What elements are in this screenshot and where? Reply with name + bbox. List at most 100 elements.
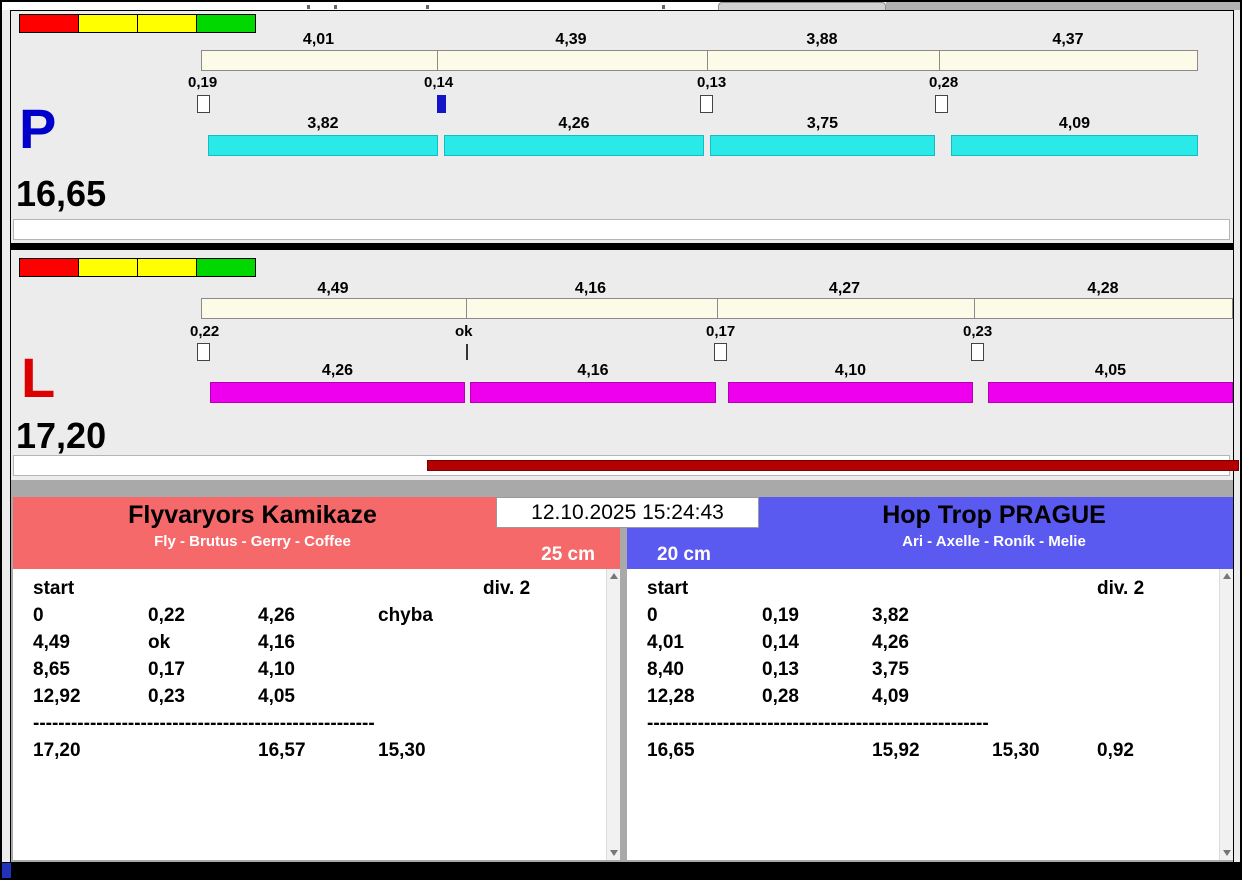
table-cell <box>378 656 483 683</box>
table-cell: 4,05 <box>258 686 295 707</box>
jump-height-label: 20 cm <box>657 544 711 565</box>
lane-status-strip <box>13 455 1239 476</box>
jump-height-label: 25 cm <box>541 544 595 565</box>
dog-time-bar <box>444 135 704 156</box>
reaction-time: 0,22 <box>190 323 220 340</box>
total-cell: 15,30 <box>378 740 426 761</box>
dog-time: 4,26 <box>558 115 590 132</box>
table-cell <box>1097 656 1233 683</box>
lane-status-strip <box>13 219 1230 240</box>
split-time: 4,28 <box>1087 280 1119 297</box>
scroll-down-icon[interactable] <box>1223 850 1231 856</box>
total-cell: 0,92 <box>1097 740 1134 761</box>
split-track <box>201 50 1198 71</box>
table-cell: 3,82 <box>872 605 909 626</box>
table-cell: 0,23 <box>148 686 185 707</box>
table-separator: ----------------------------------------… <box>33 713 375 734</box>
start-lights <box>19 258 256 277</box>
sensor-checkbox[interactable] <box>700 95 713 113</box>
dog-time-bar <box>710 135 935 156</box>
table-cell <box>1097 629 1233 656</box>
timing-app-window: 4,01 4,39 3,88 4,37 0,19 0,14 0,13 0,28 … <box>0 0 1242 880</box>
table-cell <box>1097 602 1233 629</box>
table-cell: ok <box>148 632 171 653</box>
division-label: div. 2 <box>483 578 531 599</box>
start-label: start <box>33 578 75 599</box>
sensor-checkbox[interactable] <box>971 343 984 361</box>
table-cell <box>483 602 620 629</box>
table-cell <box>992 656 1097 683</box>
table-cell: 0 <box>33 605 44 626</box>
table-row: 4,01 0,14 4,26 <box>627 629 1233 656</box>
dog-time-bar <box>728 382 973 403</box>
background-window-tab[interactable] <box>718 2 886 10</box>
scrollbar[interactable] <box>1219 569 1233 860</box>
taskbar-strip <box>2 862 1240 878</box>
background-window-area <box>886 2 1240 10</box>
sensor-checkbox[interactable] <box>197 95 210 113</box>
table-cell: 8,65 <box>33 659 70 680</box>
table-cell <box>1097 683 1233 710</box>
results-table: start div. 2 0 0,22 4,26 chyba 4,49 ok 4… <box>13 569 620 860</box>
scrollbar[interactable] <box>606 569 620 860</box>
table-cell: 0,22 <box>148 605 185 626</box>
background-window-strip <box>2 2 1240 10</box>
table-row: 8,40 0,13 3,75 <box>627 656 1233 683</box>
track-divider <box>974 299 975 318</box>
dog-time: 4,09 <box>1058 115 1091 132</box>
reaction-time: 0,28 <box>929 74 959 91</box>
scroll-up-icon[interactable] <box>1223 573 1231 579</box>
sensor-checkbox[interactable] <box>714 343 727 361</box>
dog-time: 4,26 <box>321 362 354 379</box>
dog-time-bar <box>208 135 438 156</box>
scroll-up-icon[interactable] <box>610 573 618 579</box>
table-cell: 0,28 <box>762 686 799 707</box>
tick-marker <box>466 344 468 360</box>
table-cell <box>483 683 620 710</box>
lane-L: 4,49 4,16 4,27 4,28 0,22 ok 0,17 0,23 4,… <box>11 250 1239 480</box>
sensor-checkbox[interactable] <box>197 343 210 361</box>
table-cell: 0 <box>647 605 658 626</box>
sensor-checkbox[interactable] <box>935 95 948 113</box>
team-name: Flyvaryors Kamikaze <box>128 501 377 529</box>
split-time: 3,88 <box>806 31 838 48</box>
table-cell <box>483 656 620 683</box>
reaction-time: 0,23 <box>963 323 993 340</box>
total-cell: 15,92 <box>872 740 920 761</box>
division-label: div. 2 <box>1097 578 1145 599</box>
lane-total-time: 16,65 <box>16 173 107 214</box>
lane-total-time: 17,20 <box>16 415 107 456</box>
table-cell: 4,16 <box>258 632 295 653</box>
progress-bar <box>427 460 1239 471</box>
start-light-yellow-icon <box>78 258 138 277</box>
table-cell: 0,14 <box>762 632 799 653</box>
dog-time: 4,16 <box>577 362 609 379</box>
scroll-down-icon[interactable] <box>610 850 618 856</box>
total-cell <box>762 737 872 764</box>
team-lineup: Fly - Brutus - Gerry - Coffee <box>154 533 351 550</box>
table-cell: 4,10 <box>258 659 295 680</box>
dog-time: 3,75 <box>806 115 839 132</box>
split-time: 4,16 <box>574 280 607 297</box>
reaction-time: 0,14 <box>424 74 454 91</box>
table-cell: 8,40 <box>647 659 684 680</box>
reaction-time: 0,17 <box>706 323 736 340</box>
split-time: 4,49 <box>317 280 349 297</box>
cutoff-text-fragment <box>334 5 337 9</box>
total-cell <box>483 737 620 764</box>
table-cell: 3,75 <box>872 659 909 680</box>
team-panel-left: Flyvaryors Kamikaze Fly - Brutus - Gerry… <box>13 497 620 860</box>
table-header-row: start div. 2 <box>627 575 1233 602</box>
timing-display-frame: 4,01 4,39 3,88 4,37 0,19 0,14 0,13 0,28 … <box>10 10 1239 862</box>
dog-time-bar <box>470 382 716 403</box>
split-time: 4,01 <box>302 31 335 48</box>
table-cell: 12,28 <box>647 686 695 707</box>
dog-time-bar <box>988 382 1233 403</box>
track-divider <box>717 299 718 318</box>
table-cell <box>378 683 483 710</box>
track-divider <box>707 51 708 70</box>
team-lineup: Ari - Axelle - Roník - Melie <box>902 533 1086 550</box>
table-cell: 4,26 <box>258 605 295 626</box>
reaction-time: ok <box>455 323 473 340</box>
dog-time: 3,82 <box>307 115 339 132</box>
